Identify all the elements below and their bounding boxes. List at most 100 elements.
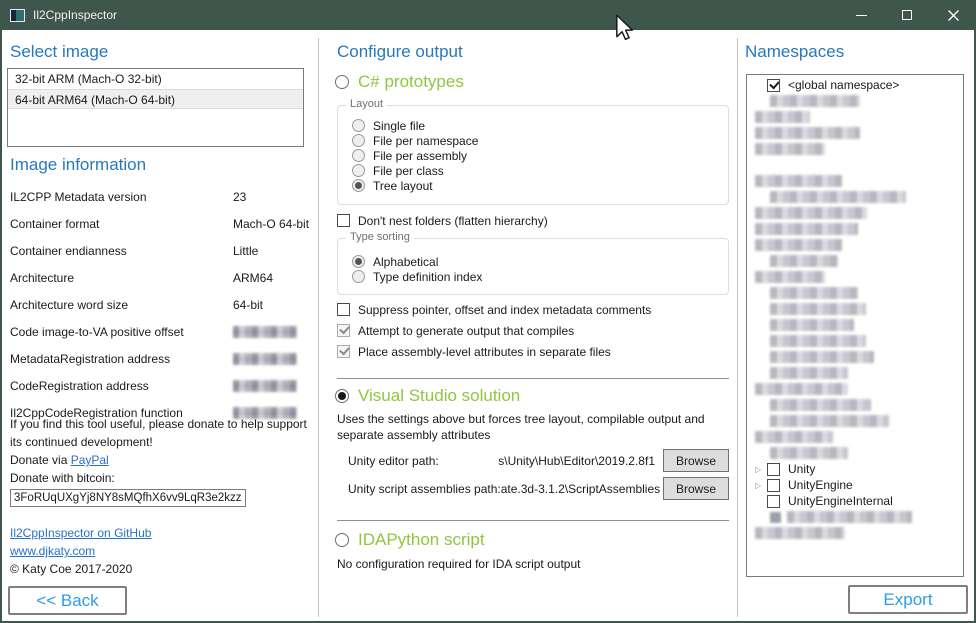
layout-option[interactable]: File per namespace	[352, 133, 728, 148]
maximize-button[interactable]	[884, 0, 930, 30]
image-list-item[interactable]: 32-bit ARM (Mach-O 32-bit)	[8, 69, 303, 89]
namespaces-header: Namespaces	[745, 42, 844, 62]
option-checkbox[interactable]: Suppress pointer, offset and index metad…	[337, 303, 729, 317]
namespace-item-redacted[interactable]	[747, 141, 963, 157]
expander-icon[interactable]: ▷	[755, 481, 767, 490]
namespace-item-redacted[interactable]	[747, 381, 963, 397]
namespace-item-redacted[interactable]	[747, 109, 963, 125]
redacted-text	[770, 399, 871, 411]
paypal-link[interactable]: PayPal	[71, 453, 109, 467]
image-info-table: IL2CPP Metadata version23Container forma…	[10, 190, 310, 433]
redacted-text	[770, 367, 848, 379]
namespace-label: Unity	[788, 462, 815, 476]
namespace-item-redacted[interactable]	[747, 397, 963, 413]
namespace-item[interactable]: <global namespace>	[747, 77, 963, 93]
flatten-checkbox[interactable]: Don't nest folders (flatten hierarchy)	[337, 214, 548, 228]
layout-option[interactable]: Tree layout	[352, 178, 728, 193]
namespace-item-redacted[interactable]	[747, 205, 963, 221]
image-list-item[interactable]: 64-bit ARM64 (Mach-O 64-bit)	[8, 89, 303, 109]
info-row: Architecture word size64-bit	[10, 298, 310, 325]
radio-icon	[352, 255, 365, 268]
redacted-text	[787, 511, 912, 523]
redacted-text	[770, 319, 854, 331]
redacted-text	[755, 431, 833, 443]
namespace-item-redacted[interactable]	[747, 429, 963, 445]
info-value: Mach-O 64-bit	[233, 217, 310, 231]
option-checkbox[interactable]: Attempt to generate output that compiles	[337, 324, 729, 338]
namespace-item-redacted[interactable]	[747, 445, 963, 461]
checkbox-label: Attempt to generate output that compiles	[358, 324, 574, 338]
website-link[interactable]: www.djkaty.com	[10, 544, 95, 558]
bitcoin-address-input[interactable]	[10, 489, 246, 507]
info-label: MetadataRegistration address	[10, 352, 233, 366]
idapython-label: IDAPython script	[358, 530, 485, 550]
links-block: Il2CppInspector on GitHub www.djkaty.com…	[10, 524, 151, 578]
browse-assemblies-button[interactable]: Browse	[663, 477, 729, 500]
checkbox-icon	[767, 463, 780, 476]
namespace-item-redacted[interactable]	[747, 317, 963, 333]
layout-option[interactable]: File per assembly	[352, 148, 728, 163]
checkbox-icon	[767, 79, 780, 92]
donate-text: If you find this tool useful, please don…	[10, 415, 318, 451]
github-link[interactable]: Il2CppInspector on GitHub	[10, 526, 151, 540]
type-sorting-option[interactable]: Type definition index	[352, 269, 728, 284]
info-row: IL2CPP Metadata version23	[10, 190, 310, 217]
type-sorting-title: Type sorting	[346, 231, 414, 243]
column-separator-left	[318, 38, 319, 617]
back-button[interactable]: << Back	[8, 586, 127, 615]
namespace-item-redacted[interactable]	[747, 253, 963, 269]
namespace-item-redacted[interactable]	[747, 365, 963, 381]
namespace-item-redacted[interactable]	[747, 189, 963, 205]
namespace-item-redacted[interactable]	[747, 349, 963, 365]
namespace-item-redacted[interactable]	[747, 413, 963, 429]
checkbox-icon	[337, 345, 350, 358]
close-icon	[948, 10, 959, 21]
redacted-text	[770, 287, 858, 299]
checkbox-icon	[337, 214, 350, 227]
flatten-label: Don't nest folders (flatten hierarchy)	[358, 214, 548, 228]
browse-editor-button[interactable]: Browse	[663, 449, 729, 472]
configure-output-header: Configure output	[337, 42, 463, 62]
namespace-item[interactable]: ▷UnityEngine	[747, 477, 963, 493]
namespace-item-redacted[interactable]	[747, 525, 963, 541]
checkbox-icon	[337, 303, 350, 316]
option-label: File per class	[373, 164, 444, 178]
option-checkbox[interactable]: Place assembly-level attributes in separ…	[337, 345, 729, 359]
namespace-item-redacted[interactable]	[747, 333, 963, 349]
layout-group-title: Layout	[346, 98, 387, 110]
visual-studio-radio[interactable]: Visual Studio solution	[335, 386, 520, 406]
namespace-item[interactable]: UnityEngineInternal	[747, 493, 963, 509]
layout-option[interactable]: Single file	[352, 118, 728, 133]
image-info-header: Image information	[10, 155, 146, 175]
info-value: Little	[233, 244, 310, 258]
close-button[interactable]	[930, 0, 976, 30]
idapython-radio[interactable]: IDAPython script	[335, 530, 485, 550]
unity-editor-path-row: Unity editor path: s\Unity\Hub\Editor\20…	[348, 449, 729, 472]
namespace-item-redacted[interactable]	[747, 237, 963, 253]
info-row: MetadataRegistration address	[10, 352, 310, 379]
namespace-item-redacted[interactable]	[747, 93, 963, 109]
window-title: Il2CppInspector	[33, 8, 117, 22]
info-value: ARM64	[233, 271, 310, 285]
namespace-item-redacted[interactable]	[747, 221, 963, 237]
redacted-text	[755, 527, 845, 539]
csharp-prototypes-radio[interactable]: C# prototypes	[335, 72, 464, 92]
info-row: Container endiannessLittle	[10, 244, 310, 271]
donate-via-label: Donate via	[10, 453, 71, 467]
export-button[interactable]: Export	[848, 585, 968, 614]
redacted-text	[755, 383, 848, 395]
unity-editor-path-label: Unity editor path:	[348, 454, 439, 468]
namespace-item[interactable]: ▷ Unity	[747, 461, 963, 477]
minimize-button[interactable]	[838, 0, 884, 30]
redacted-value	[233, 326, 297, 338]
namespace-item-redacted[interactable]	[747, 285, 963, 301]
namespace-item-redacted[interactable]	[747, 301, 963, 317]
namespace-item-redacted[interactable]	[747, 125, 963, 141]
namespace-item-redacted[interactable]	[747, 173, 963, 189]
namespace-item-redacted[interactable]	[747, 269, 963, 285]
expander-icon[interactable]: ▷	[755, 465, 767, 474]
namespace-item-redacted[interactable]	[747, 509, 963, 525]
layout-option[interactable]: File per class	[352, 163, 728, 178]
type-sorting-option[interactable]: Alphabetical	[352, 254, 728, 269]
bitcoin-label: Donate with bitcoin:	[10, 469, 318, 487]
